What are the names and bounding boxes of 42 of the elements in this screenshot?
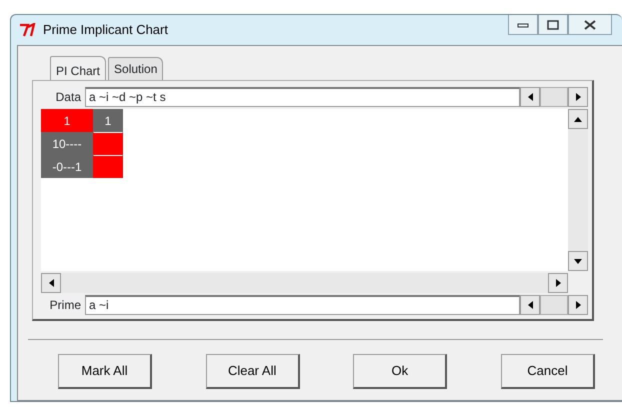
left-arrow-icon <box>528 93 532 101</box>
header-cell[interactable]: 1 <box>41 109 93 132</box>
scroll-thumb[interactable] <box>540 295 568 315</box>
tab[interactable]: Solution <box>108 57 164 80</box>
down-arrow-icon <box>574 258 582 264</box>
scroll-down-button[interactable] <box>568 251 588 271</box>
scroll-left-button[interactable] <box>41 273 61 293</box>
row-label[interactable]: 10---- <box>41 132 93 155</box>
dialog-button[interactable]: Cancel <box>500 354 595 389</box>
maximize-button[interactable] <box>538 15 568 35</box>
chart-cell[interactable] <box>93 155 123 178</box>
up-arrow-icon <box>574 116 582 122</box>
dialog-button[interactable]: Ok <box>353 354 448 389</box>
field-label: Data <box>54 89 82 106</box>
maximize-icon <box>547 20 559 30</box>
right-arrow-icon <box>576 301 580 309</box>
left-arrow-icon <box>528 301 532 309</box>
scroll-up-button[interactable] <box>568 109 588 129</box>
left-arrow-icon <box>48 279 54 287</box>
feather-logo-icon <box>19 23 37 37</box>
scroll-left-button[interactable] <box>520 87 540 107</box>
row-label[interactable]: -0---1 <box>41 155 93 178</box>
scroll-thumb[interactable] <box>540 87 568 107</box>
field-label: Prime <box>48 297 82 314</box>
header-cell[interactable]: 1 <box>93 109 123 132</box>
chart-cell[interactable] <box>93 132 123 155</box>
tab[interactable]: PI Chart <box>50 56 106 80</box>
dialog-button[interactable]: Clear All <box>206 354 300 389</box>
close-button[interactable] <box>568 15 612 35</box>
scroll-left-button[interactable] <box>520 295 540 315</box>
close-icon <box>584 20 596 30</box>
scroll-right-button[interactable] <box>548 273 568 293</box>
prime-field[interactable]: a ~i <box>85 295 520 315</box>
right-arrow-icon <box>556 279 560 287</box>
right-arrow-icon <box>576 93 580 101</box>
minimize-icon <box>517 22 529 28</box>
data-field[interactable]: a ~i ~d ~p ~t s <box>85 87 520 107</box>
dialog-button[interactable]: Mark All <box>58 354 152 389</box>
scroll-right-button[interactable] <box>568 295 588 315</box>
minimize-button[interactable] <box>508 15 538 35</box>
window-title: Prime Implicant Chart <box>43 21 168 40</box>
scroll-right-button[interactable] <box>568 87 588 107</box>
